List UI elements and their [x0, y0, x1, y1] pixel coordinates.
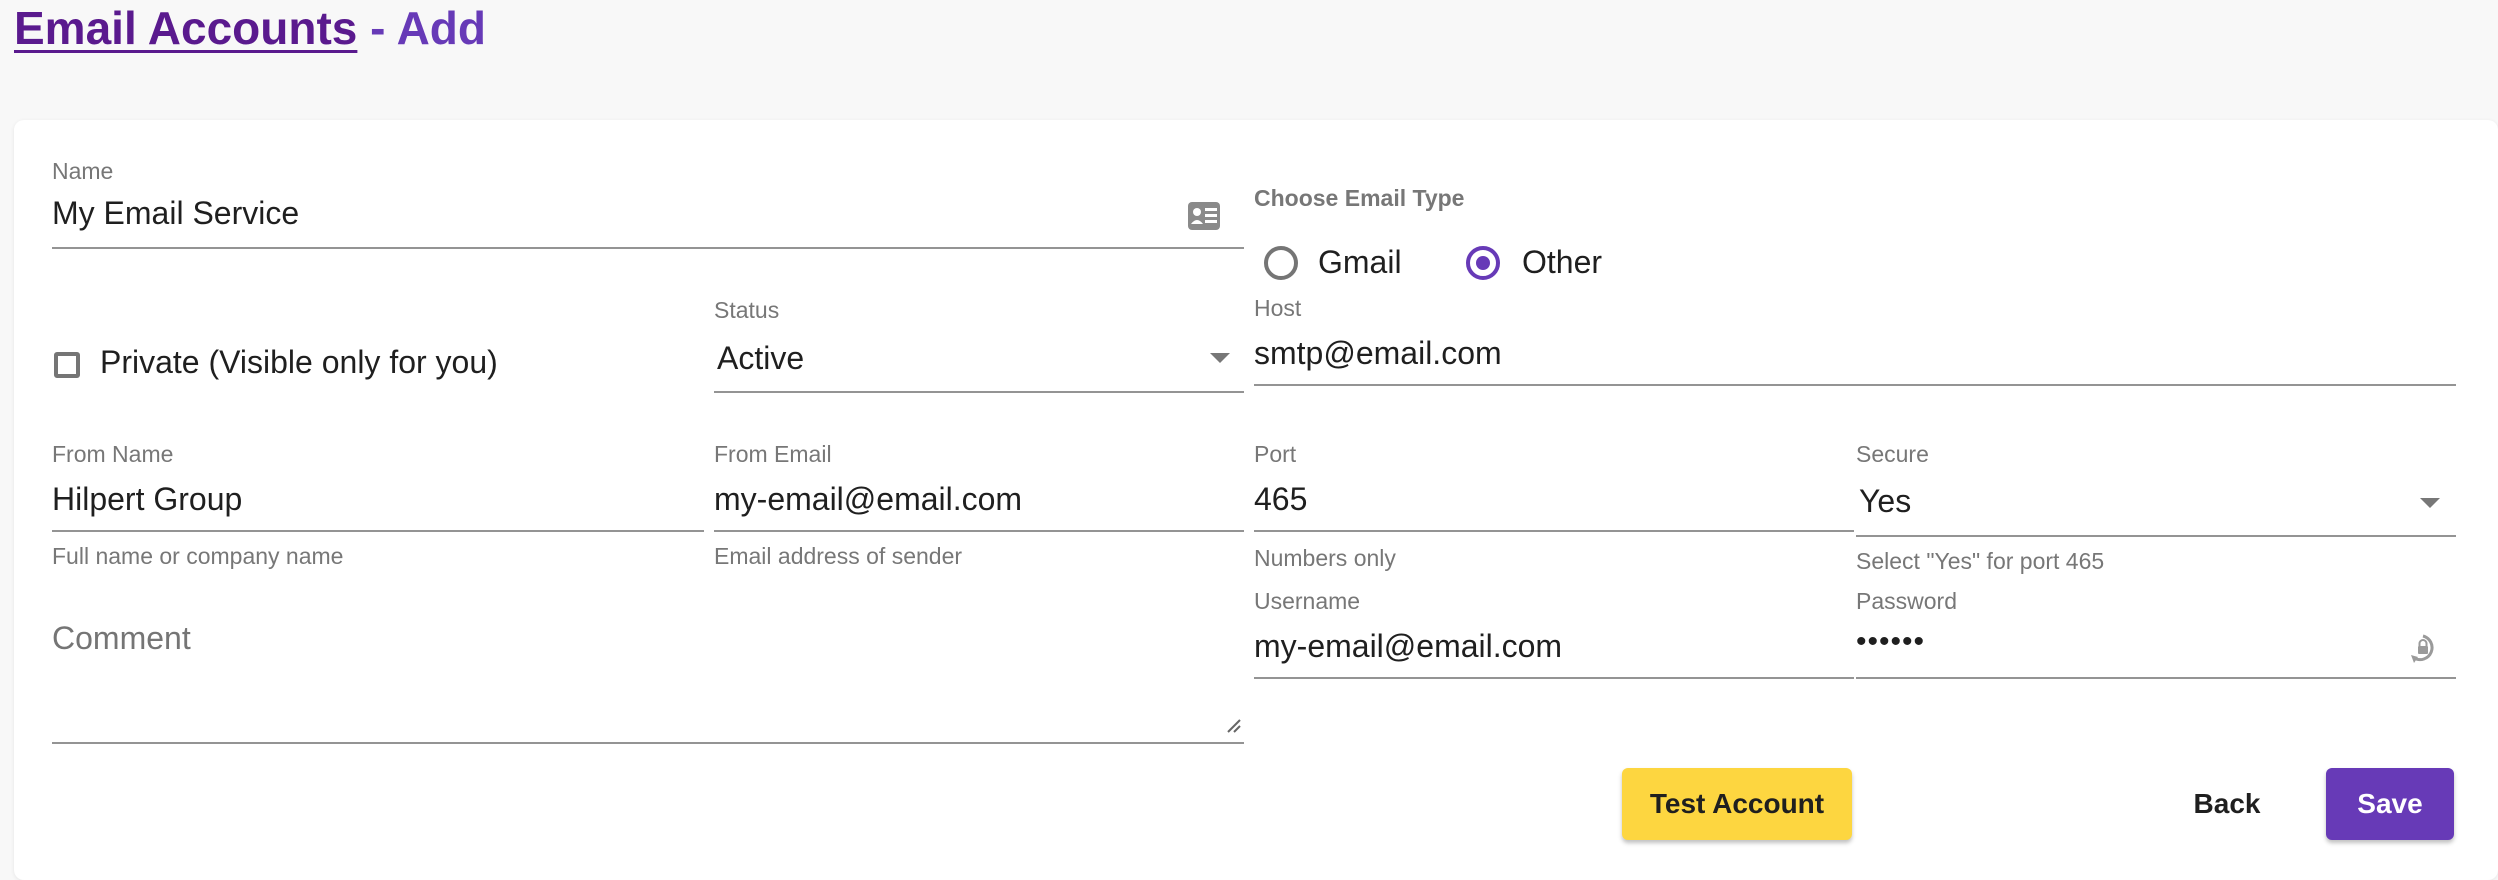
comment-textarea[interactable] [52, 620, 1202, 720]
test-account-button[interactable]: Test Account [1622, 768, 1852, 840]
password-label: Password [1856, 588, 1957, 614]
port-underline [1254, 530, 1854, 532]
username-input[interactable] [1254, 625, 1844, 667]
from-email-underline [714, 530, 1244, 532]
email-type-label: Choose Email Type [1254, 185, 1465, 211]
username-underline [1254, 677, 1854, 679]
name-label: Name [52, 158, 114, 184]
from-name-underline [52, 530, 704, 532]
password-input[interactable]: •••••• [1856, 625, 1925, 659]
gmail-radio[interactable] [1264, 246, 1298, 280]
email-account-form-card: Name Private (Visible only for you) Stat… [14, 120, 2498, 880]
secure-underline [1856, 535, 2456, 537]
from-email-hint: Email address of sender [714, 543, 963, 569]
host-label: Host [1254, 295, 1302, 321]
lock-reset-icon[interactable] [2408, 633, 2438, 672]
comment-underline [52, 742, 1244, 744]
status-dropdown-arrow-icon [1210, 353, 1230, 363]
port-input[interactable] [1254, 478, 1844, 520]
secure-hint: Select "Yes" for port 465 [1856, 548, 2105, 574]
back-button[interactable]: Back [2172, 768, 2282, 840]
password-underline [1856, 677, 2456, 679]
secure-value: Yes [1859, 483, 1912, 519]
other-radio[interactable] [1466, 246, 1500, 280]
from-email-input[interactable] [714, 478, 1234, 520]
name-underline [52, 247, 1244, 249]
status-value: Active [717, 340, 805, 376]
gmail-radio-label: Gmail [1318, 244, 1402, 280]
secure-dropdown-arrow-icon [2420, 498, 2440, 508]
username-label: Username [1254, 588, 1361, 614]
from-name-input[interactable] [52, 478, 692, 520]
from-email-label: From Email [714, 441, 832, 467]
page-title: Email Accounts - Add [14, 0, 486, 56]
port-label: Port [1254, 441, 1297, 467]
from-name-label: From Name [52, 441, 174, 467]
save-button[interactable]: Save [2326, 768, 2454, 840]
private-label: Private (Visible only for you) [100, 344, 498, 380]
breadcrumb-email-accounts-link[interactable]: Email Accounts [14, 2, 357, 54]
status-label: Status [714, 297, 780, 323]
status-underline [714, 391, 1244, 393]
page-title-suffix: - Add [357, 2, 486, 54]
private-checkbox[interactable] [54, 352, 80, 378]
from-name-hint: Full name or company name [52, 543, 344, 569]
host-input[interactable] [1254, 332, 2444, 374]
secure-label: Secure [1856, 441, 1929, 467]
port-hint: Numbers only [1254, 545, 1396, 571]
name-input[interactable] [52, 192, 1182, 234]
host-underline [1254, 384, 2456, 386]
other-radio-label: Other [1522, 244, 1603, 280]
resize-handle-icon[interactable] [1226, 718, 1242, 739]
contact-card-icon [1188, 202, 1220, 235]
